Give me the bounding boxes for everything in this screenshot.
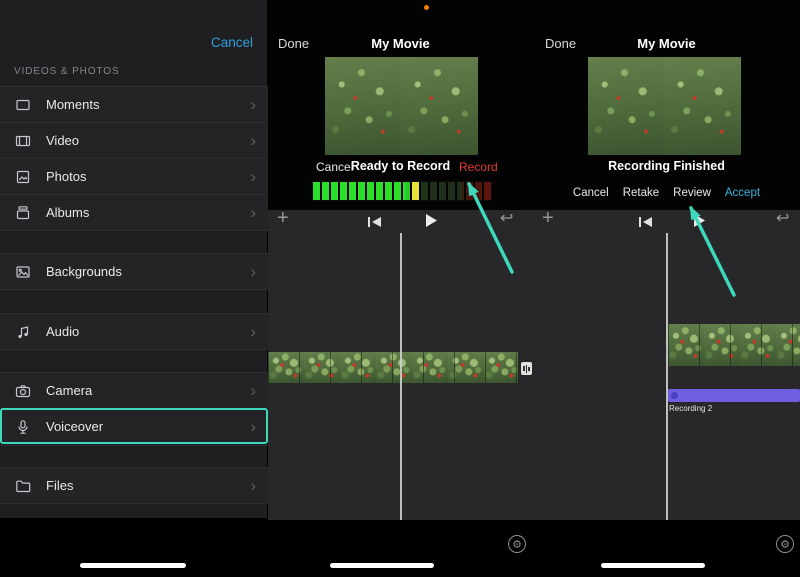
add-media-button-b[interactable]: + <box>542 208 554 228</box>
bottom-bar-background <box>268 520 800 577</box>
record-button[interactable]: Record <box>459 160 498 174</box>
play-button-b[interactable] <box>693 213 706 233</box>
skip-to-start-icon-b[interactable] <box>638 215 653 233</box>
separator <box>0 289 268 290</box>
chevron-right-icon: › <box>250 384 256 398</box>
albums-icon <box>14 204 32 221</box>
sidebar-item-audio[interactable]: Audio › <box>0 313 268 349</box>
sidebar-item-files[interactable]: Files › <box>0 467 268 503</box>
home-indicator[interactable] <box>80 563 186 568</box>
playhead-b <box>666 233 668 520</box>
separator <box>0 445 268 446</box>
sidebar-item-backgrounds[interactable]: Backgrounds › <box>0 253 268 289</box>
sidebar-item-label: Audio <box>46 324 250 339</box>
sidebar-item-video[interactable]: Video › <box>0 122 268 158</box>
undo-icon-b[interactable]: ↩ <box>776 211 789 227</box>
project-settings-gear-icon-a[interactable]: ⚙ <box>508 535 526 553</box>
photos-icon <box>14 168 32 185</box>
backgrounds-icon <box>14 263 32 280</box>
separator <box>0 230 268 231</box>
home-indicator[interactable] <box>601 563 705 568</box>
video-clip-b[interactable] <box>668 324 800 366</box>
playhead-a <box>400 233 402 520</box>
folder-icon <box>14 477 32 494</box>
sidebar-item-photos[interactable]: Photos › <box>0 158 268 194</box>
sidebar-cancel-button[interactable]: Cancel <box>0 35 253 50</box>
cancel-button[interactable]: Cancel <box>573 187 609 199</box>
project-settings-gear-icon-b[interactable]: ⚙ <box>776 535 794 553</box>
sidebar-section-header: VIDEOS & PHOTOS <box>14 66 120 77</box>
audio-level-meter <box>312 181 492 201</box>
sidebar-item-camera[interactable]: Camera › <box>0 372 268 408</box>
chevron-right-icon: › <box>250 265 256 279</box>
separator <box>0 503 268 504</box>
camera-icon <box>14 382 32 399</box>
video-clip-a[interactable] <box>268 352 518 383</box>
chevron-right-icon: › <box>250 134 256 148</box>
media-picker-sidebar: Cancel VIDEOS & PHOTOS Moments › Video ›… <box>0 0 268 577</box>
chevron-right-icon: › <box>250 206 256 220</box>
sidebar-item-moments[interactable]: Moments › <box>0 86 268 122</box>
video-icon <box>14 132 32 149</box>
chevron-right-icon: › <box>250 170 256 184</box>
viewer-thumbnail-a <box>325 57 478 155</box>
home-indicator[interactable] <box>330 563 434 568</box>
track-start-dot <box>671 392 678 399</box>
sidebar-item-label: Video <box>46 133 250 148</box>
chevron-right-icon: › <box>250 479 256 493</box>
play-button-a[interactable] <box>425 213 438 233</box>
voiceover-status-b: Recording Finished <box>533 159 800 173</box>
project-title-b: My Movie <box>533 36 800 51</box>
retake-button[interactable]: Retake <box>623 187 659 199</box>
sidebar-item-label: Camera <box>46 383 250 398</box>
review-button[interactable]: Review <box>673 187 711 199</box>
voiceover-audio-track[interactable] <box>668 389 800 402</box>
sidebar-footer <box>0 518 268 577</box>
sidebar-item-label: Files <box>46 478 250 493</box>
audio-note-icon <box>14 323 32 340</box>
sidebar-item-label: Albums <box>46 205 250 220</box>
undo-icon-a[interactable]: ↩ <box>500 211 513 227</box>
voiceover-result-buttons: Cancel Retake Review Accept <box>533 187 800 199</box>
skip-to-start-icon-a[interactable] <box>367 215 382 233</box>
clip-volume-icon <box>521 362 532 375</box>
chevron-right-icon: › <box>250 98 256 112</box>
recording-indicator-dot <box>424 5 429 10</box>
sidebar-item-voiceover[interactable]: Voiceover › <box>0 408 268 444</box>
sidebar-item-label: Photos <box>46 169 250 184</box>
chevron-right-icon: › <box>250 420 256 434</box>
moments-icon <box>14 96 32 113</box>
sidebar-item-label: Voiceover <box>46 419 250 434</box>
microphone-icon <box>14 418 32 435</box>
sidebar-item-albums[interactable]: Albums › <box>0 194 268 230</box>
viewer-thumbnail-b <box>588 57 741 155</box>
project-title-a: My Movie <box>268 36 533 51</box>
sidebar-item-label: Backgrounds <box>46 264 250 279</box>
add-media-button-a[interactable]: + <box>277 208 289 228</box>
accept-button[interactable]: Accept <box>725 187 760 199</box>
imovie-voiceover-tutorial-screen: Cancel VIDEOS & PHOTOS Moments › Video ›… <box>0 0 800 577</box>
chevron-right-icon: › <box>250 325 256 339</box>
sidebar-item-label: Moments <box>46 97 250 112</box>
recording-track-label: Recording 2 <box>669 404 712 413</box>
separator <box>0 349 268 350</box>
